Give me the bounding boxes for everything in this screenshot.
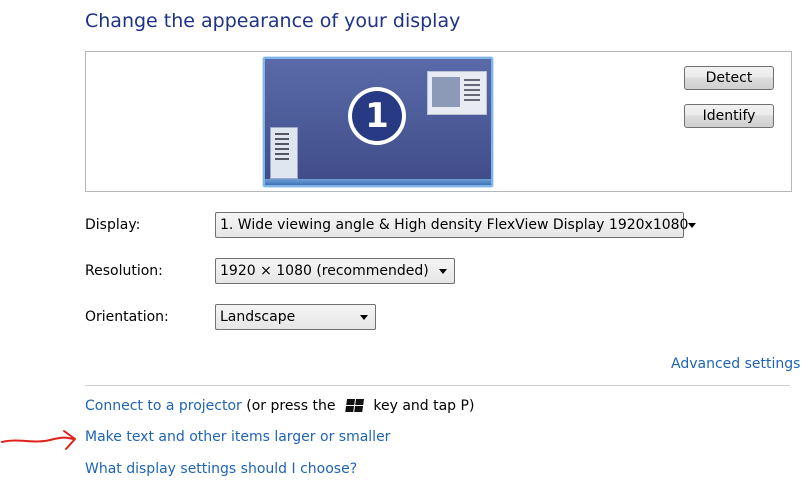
window-thumbnail bbox=[427, 71, 487, 115]
projector-hint-prefix: (or press the bbox=[241, 398, 340, 414]
identify-button[interactable]: Identify bbox=[684, 104, 774, 128]
page-title: Change the appearance of your display bbox=[85, 10, 461, 32]
resolution-label: Resolution: bbox=[85, 263, 163, 279]
resolution-select-value: 1920 × 1080 (recommended) bbox=[220, 263, 429, 279]
detect-button[interactable]: Detect bbox=[684, 66, 774, 90]
orientation-label: Orientation: bbox=[85, 309, 169, 325]
monitor-number-badge: 1 bbox=[348, 87, 406, 145]
orientation-select-value: Landscape bbox=[220, 309, 296, 325]
display-settings-page: Change the appearance of your display 1 … bbox=[0, 0, 805, 491]
divider bbox=[85, 385, 790, 386]
resolution-select[interactable]: 1920 × 1080 (recommended) bbox=[215, 258, 455, 284]
display-settings-help-link[interactable]: What display settings should I choose? bbox=[85, 461, 357, 477]
connect-projector-link[interactable]: Connect to a projector bbox=[85, 398, 242, 414]
text-size-link[interactable]: Make text and other items larger or smal… bbox=[85, 429, 390, 445]
display-select-value: 1. Wide viewing angle & High density Fle… bbox=[220, 217, 689, 233]
chevron-down-icon bbox=[360, 314, 368, 320]
orientation-select[interactable]: Landscape bbox=[215, 304, 376, 330]
chevron-down-icon bbox=[439, 268, 447, 274]
projector-line: Connect to a projector (or press the key… bbox=[85, 398, 474, 414]
display-label: Display: bbox=[85, 217, 141, 233]
windows-logo-icon bbox=[345, 398, 365, 414]
advanced-settings-link[interactable]: Advanced settings bbox=[671, 356, 800, 372]
chevron-down-icon bbox=[688, 222, 697, 228]
start-menu-thumbnail bbox=[270, 127, 298, 179]
monitor-number: 1 bbox=[352, 91, 402, 141]
display-select[interactable]: 1. Wide viewing angle & High density Fle… bbox=[215, 212, 697, 238]
monitor-1-thumbnail[interactable]: 1 bbox=[263, 57, 493, 187]
taskbar-thumbnail bbox=[265, 179, 491, 185]
red-arrow-annotation-icon bbox=[1, 430, 76, 450]
projector-hint-suffix: key and tap P) bbox=[368, 398, 475, 414]
